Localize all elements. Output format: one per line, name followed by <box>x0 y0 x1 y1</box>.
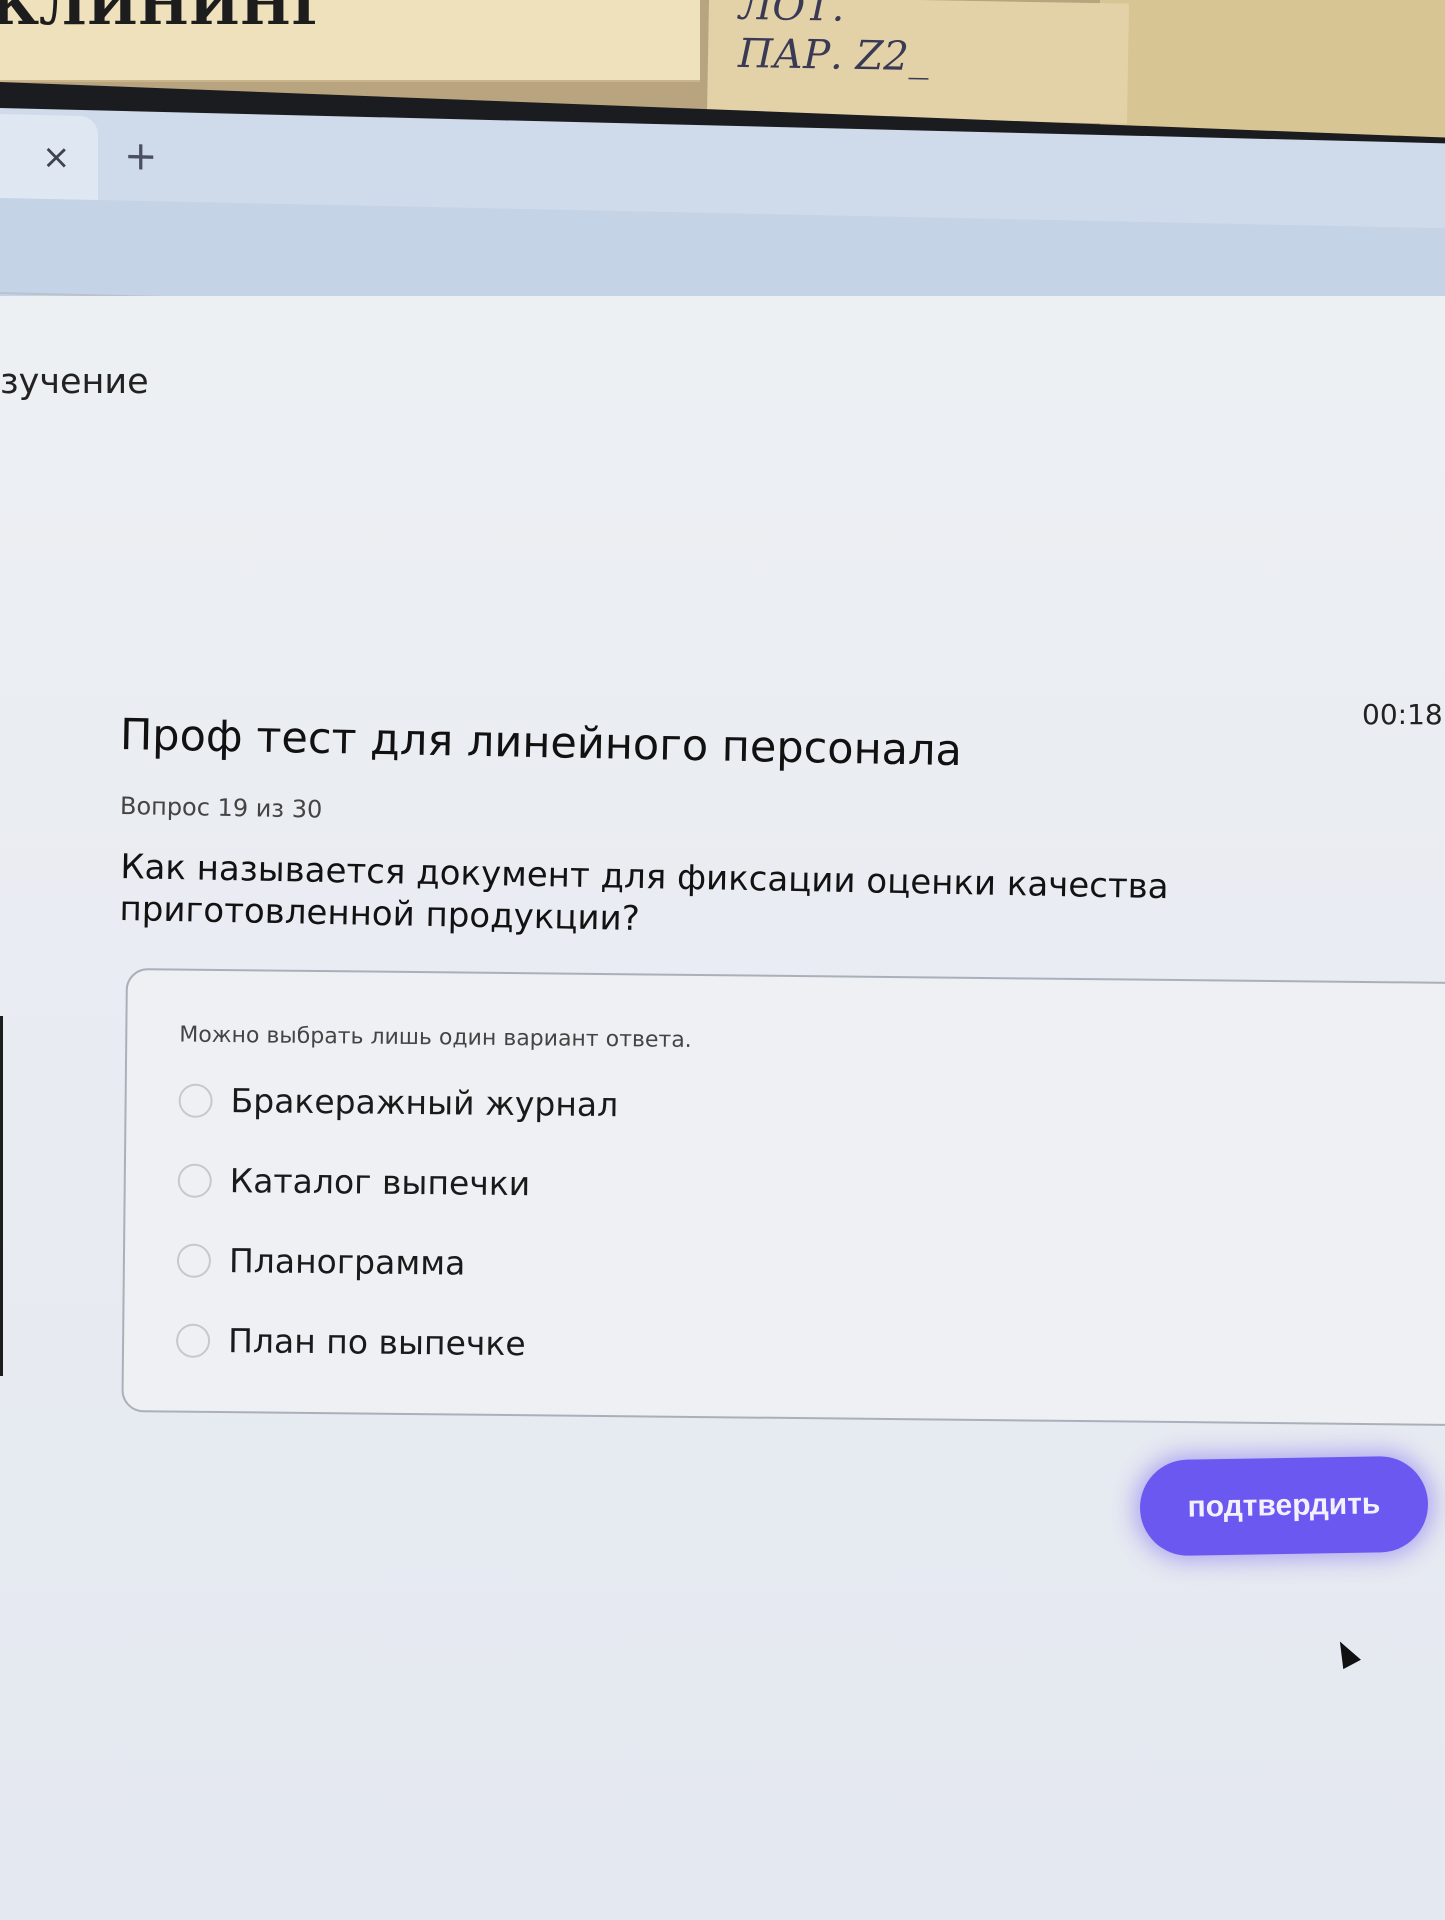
browser-tab[interactable]: × <box>0 114 98 209</box>
quiz-page: зучение 00:18: Проф тест для линейного п… <box>0 296 1445 1920</box>
radio-button[interactable] <box>177 1163 212 1198</box>
sidebar-edge <box>0 1016 3 1376</box>
sticker-cleaning: КЛИНИНГ <box>0 0 700 82</box>
answer-option[interactable]: План по выпечке <box>175 1321 526 1364</box>
close-tab-icon[interactable]: × <box>42 137 71 178</box>
page-title: Проф тест для линейного персонала <box>119 710 963 777</box>
sticker-cleaning-text: КЛИНИНГ <box>0 0 329 37</box>
radio-button[interactable] <box>178 1083 213 1118</box>
quiz-timer: 00:18: <box>1362 698 1445 731</box>
answer-option-label: Бракеражный журнал <box>230 1081 619 1125</box>
answer-option-label: План по выпечке <box>227 1321 526 1364</box>
answer-option[interactable]: Каталог выпечки <box>177 1161 531 1204</box>
mouse-cursor-icon <box>1331 1636 1361 1670</box>
question-text: Как называется документ для фиксации оце… <box>119 847 1169 939</box>
answer-option-label: Планограмма <box>228 1241 466 1283</box>
answer-option-label: Каталог выпечки <box>229 1161 531 1204</box>
sticker-handwritten-line1: ЛОТ. <box>738 0 845 31</box>
question-counter: Вопрос 19 из 30 <box>119 792 323 824</box>
answer-option[interactable]: Планограмма <box>176 1241 466 1283</box>
confirm-button[interactable]: подтвердить <box>1139 1455 1429 1557</box>
nav-section-label[interactable]: зучение <box>0 362 149 402</box>
answer-hint: Можно выбрать лишь один вариант ответа. <box>179 1022 692 1053</box>
sticker-handwritten: ЛОТ. ПАР. Z2_ <box>706 0 1130 124</box>
radio-button[interactable] <box>176 1243 212 1278</box>
new-tab-icon[interactable]: + <box>124 133 158 180</box>
sticker-handwritten-line2: ПАР. Z2_ <box>737 30 930 81</box>
radio-button[interactable] <box>175 1323 211 1358</box>
answer-options-card: Можно выбрать лишь один вариант ответа. … <box>121 968 1445 1427</box>
answer-option[interactable]: Бракеражный журнал <box>178 1081 619 1125</box>
